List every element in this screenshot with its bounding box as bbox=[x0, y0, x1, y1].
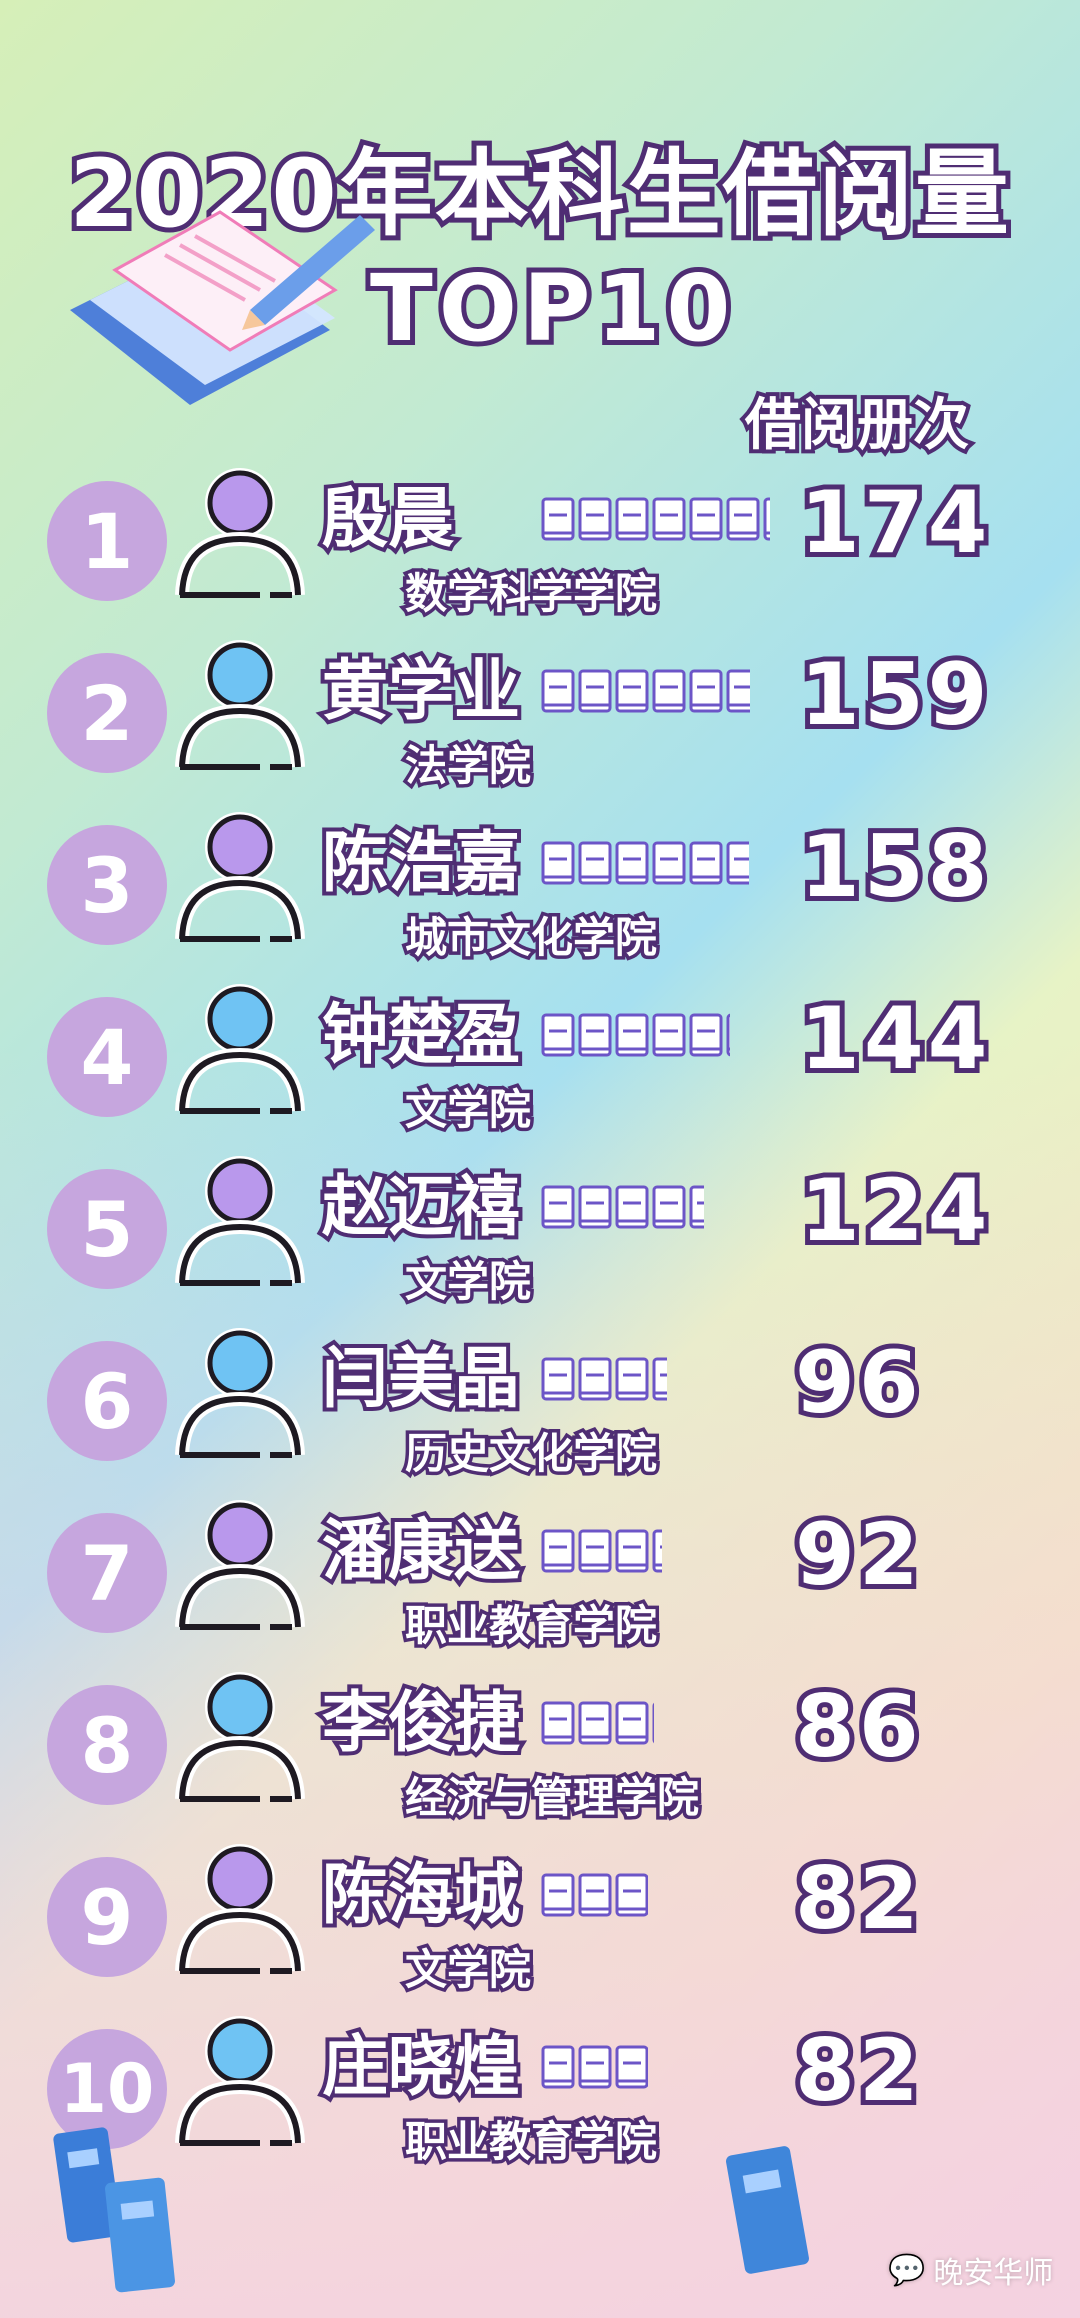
bar bbox=[541, 1013, 730, 1057]
borrow-count: 174 bbox=[795, 468, 993, 578]
student-name: 庄晓煌 bbox=[318, 2024, 524, 2109]
rank-badge: 5 bbox=[47, 1169, 167, 1289]
watermark: 💬 晚安华师 bbox=[888, 2248, 1053, 2292]
college-name: 文学院 bbox=[401, 1254, 534, 1310]
college-name: 城市文化学院 bbox=[401, 910, 660, 966]
borrow-count: 92 bbox=[790, 1500, 924, 1610]
borrow-count: 82 bbox=[790, 1844, 924, 1954]
rank-badge: 9 bbox=[47, 1857, 167, 1977]
borrow-count: 158 bbox=[795, 812, 993, 922]
ranking-row: 4 钟楚盈 文学院 144 bbox=[0, 981, 1080, 1151]
person-icon bbox=[175, 1672, 305, 1802]
borrow-count: 86 bbox=[790, 1672, 924, 1782]
person-icon bbox=[175, 812, 305, 942]
student-name: 闫美晶 bbox=[318, 1336, 524, 1421]
student-name: 赵迈禧 bbox=[318, 1164, 524, 1249]
borrow-count: 96 bbox=[790, 1328, 924, 1438]
rank-badge: 4 bbox=[47, 997, 167, 1117]
college-name: 数学科学学院 bbox=[401, 566, 660, 622]
book-icon bbox=[726, 2146, 809, 2274]
ranking-row: 9 陈海城 文学院 82 bbox=[0, 1841, 1080, 2011]
ranking-row: 2 黄学业 法学院 159 bbox=[0, 637, 1080, 807]
watermark-text: 晚安华师 bbox=[933, 2256, 1054, 2291]
page-subtitle: TOP10 bbox=[365, 250, 737, 367]
person-icon bbox=[175, 1328, 305, 1458]
bar bbox=[541, 1873, 648, 1917]
rank-badge: 1 bbox=[47, 481, 167, 601]
bar bbox=[541, 1529, 662, 1573]
bar bbox=[541, 669, 750, 713]
borrow-count: 159 bbox=[795, 640, 993, 750]
student-name: 潘康送 bbox=[318, 1508, 524, 1593]
bar bbox=[541, 2045, 648, 2089]
person-icon bbox=[175, 468, 305, 598]
person-icon bbox=[175, 1500, 305, 1630]
bar bbox=[541, 497, 770, 541]
bar bbox=[541, 841, 749, 885]
ranking-row: 6 闫美晶 历史文化学院 96 bbox=[0, 1325, 1080, 1495]
college-name: 职业教育学院 bbox=[401, 2114, 660, 2170]
person-icon bbox=[175, 984, 305, 1114]
rank-badge: 7 bbox=[47, 1513, 167, 1633]
college-name: 文学院 bbox=[401, 1942, 534, 1998]
count-unit-label: 借阅册次 bbox=[741, 389, 973, 462]
bar bbox=[541, 1185, 704, 1229]
borrow-count: 82 bbox=[790, 2016, 924, 2126]
college-name: 文学院 bbox=[401, 1082, 534, 1138]
ranking-row: 1 殷晨 数学科学学院 174 bbox=[0, 465, 1080, 635]
college-name: 历史文化学院 bbox=[401, 1426, 660, 1482]
borrow-count: 144 bbox=[795, 984, 993, 1094]
student-name: 黄学业 bbox=[318, 648, 524, 733]
books-icon bbox=[53, 2127, 175, 2293]
college-name: 职业教育学院 bbox=[401, 1598, 660, 1654]
student-name: 陈浩嘉 bbox=[318, 820, 524, 905]
wechat-icon: 💬 bbox=[888, 2252, 926, 2288]
paper-pencil-icon bbox=[70, 210, 375, 405]
rank-badge: 3 bbox=[47, 825, 167, 945]
student-name: 殷晨 bbox=[318, 476, 458, 561]
student-name: 李俊捷 bbox=[318, 1680, 524, 1765]
bar bbox=[541, 1357, 667, 1401]
bar bbox=[541, 1701, 654, 1745]
rank-badge: 8 bbox=[47, 1685, 167, 1805]
student-name: 陈海城 bbox=[318, 1852, 524, 1937]
person-icon bbox=[175, 1156, 305, 1286]
person-icon bbox=[175, 1844, 305, 1974]
ranking-row: 7 潘康送 职业教育学院 92 bbox=[0, 1497, 1080, 1667]
person-icon bbox=[175, 640, 305, 770]
ranking-row: 3 陈浩嘉 城市文化学院 158 bbox=[0, 809, 1080, 979]
person-icon bbox=[175, 2016, 305, 2146]
student-name: 钟楚盈 bbox=[318, 992, 524, 1077]
borrow-count: 124 bbox=[795, 1156, 993, 1266]
ranking-row: 5 赵迈禧 文学院 124 bbox=[0, 1153, 1080, 1323]
ranking-row: 8 李俊捷 经济与管理学院 86 bbox=[0, 1669, 1080, 1839]
rank-badge: 2 bbox=[47, 653, 167, 773]
college-name: 经济与管理学院 bbox=[401, 1770, 702, 1826]
college-name: 法学院 bbox=[401, 738, 534, 794]
rank-badge: 6 bbox=[47, 1341, 167, 1461]
